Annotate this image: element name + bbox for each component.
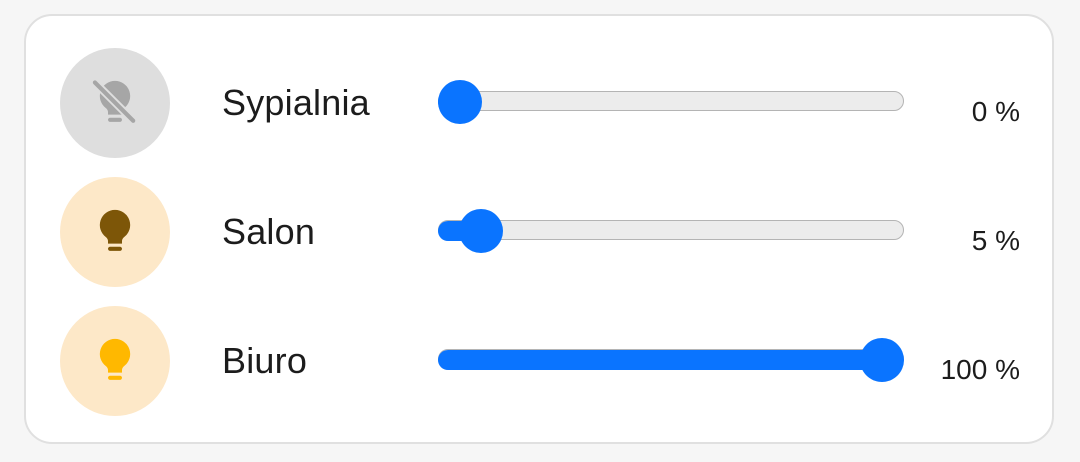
lightbulb-icon bbox=[99, 209, 131, 251]
slider-fill bbox=[438, 350, 882, 370]
lightbulb-off-icon bbox=[90, 78, 138, 125]
light-name: Salon bbox=[222, 211, 316, 252]
slider-thumb[interactable] bbox=[438, 80, 482, 124]
lights-card: Sypialnia 0 % Salon 5 % Biuro 100 % bbox=[24, 14, 1054, 444]
slider-thumb[interactable] bbox=[860, 338, 904, 382]
brightness-slider[interactable] bbox=[438, 338, 906, 382]
lightbulb-icon bbox=[99, 338, 131, 380]
light-row-biuro: Biuro 100 % bbox=[26, 306, 1052, 416]
light-toggle-salon[interactable] bbox=[60, 177, 170, 287]
brightness-value: 100 % bbox=[940, 354, 1020, 385]
light-name: Biuro bbox=[222, 340, 308, 381]
light-name: Sypialnia bbox=[222, 82, 370, 123]
slider-track bbox=[438, 91, 904, 111]
brightness-value: 0 % bbox=[971, 96, 1020, 127]
brightness-value: 5 % bbox=[971, 225, 1020, 256]
light-row-sypialnia: Sypialnia 0 % bbox=[26, 48, 1052, 158]
brightness-slider[interactable] bbox=[438, 209, 906, 253]
slider-track bbox=[438, 220, 904, 240]
slider-thumb[interactable] bbox=[459, 209, 504, 253]
brightness-slider[interactable] bbox=[438, 80, 906, 124]
light-row-salon: Salon 5 % bbox=[26, 177, 1052, 287]
light-toggle-biuro[interactable] bbox=[60, 306, 170, 416]
light-toggle-sypialnia[interactable] bbox=[60, 48, 170, 158]
